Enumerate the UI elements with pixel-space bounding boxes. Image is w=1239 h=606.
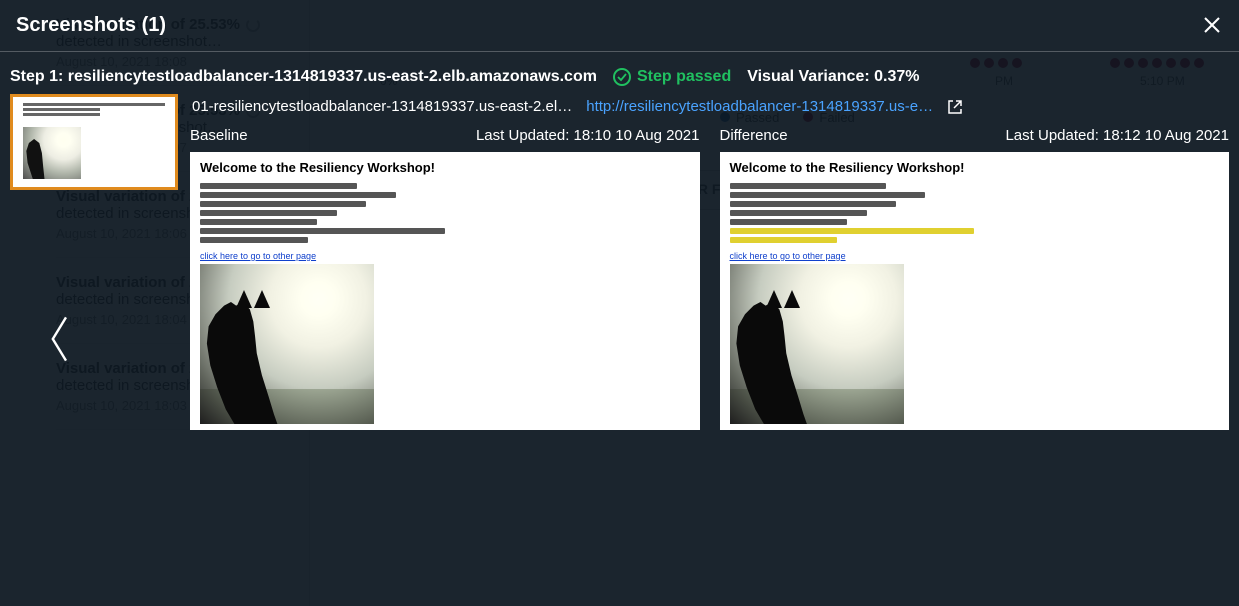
- baseline-pane: Baseline Last Updated: 18:10 10 Aug 2021…: [190, 127, 700, 430]
- status-text: Step passed: [637, 68, 731, 86]
- chevron-left-icon: [46, 315, 74, 363]
- baseline-label: Baseline: [190, 127, 248, 144]
- prev-screenshot-button[interactable]: [40, 309, 80, 369]
- external-link-icon: [947, 99, 963, 115]
- modal-title: Screenshots (1): [16, 14, 166, 37]
- difference-label: Difference: [720, 127, 788, 144]
- file-url-row: 01-resiliencytestloadbalancer-1314819337…: [192, 98, 1229, 115]
- source-url-link[interactable]: http://resiliencytestloadbalancer-131481…: [586, 98, 933, 115]
- chevron-right-icon: [1165, 315, 1193, 363]
- page-link: click here to go to other page: [730, 251, 846, 261]
- difference-pane: Difference Last Updated: 18:12 10 Aug 20…: [720, 127, 1230, 430]
- screenshot-thumbnail-selected[interactable]: [10, 94, 178, 190]
- comparison-row: Baseline Last Updated: 18:10 10 Aug 2021…: [190, 127, 1229, 430]
- difference-image[interactable]: Welcome to the Resiliency Workshop! clic…: [720, 152, 1230, 430]
- thumbnail-column: [10, 94, 180, 430]
- baseline-image[interactable]: Welcome to the Resiliency Workshop! clic…: [190, 152, 700, 430]
- metadata-block: click here to go to other page: [200, 180, 690, 262]
- next-screenshot-button[interactable]: [1159, 309, 1199, 369]
- modal-header: Screenshots (1): [0, 0, 1239, 52]
- close-button[interactable]: [1199, 12, 1225, 38]
- page-link: click here to go to other page: [200, 251, 316, 261]
- screenshot-modal: Screenshots (1) Step 1: resiliencytestlo…: [0, 0, 1239, 606]
- screenshot-filename: 01-resiliencytestloadbalancer-1314819337…: [192, 98, 572, 115]
- thumbnail-preview: [17, 101, 171, 183]
- step-label: Step 1: resiliencytestloadbalancer-13148…: [10, 68, 597, 86]
- check-circle-icon: [613, 68, 631, 86]
- close-icon: [1202, 15, 1222, 35]
- metadata-block: click here to go to other page: [730, 180, 1220, 262]
- page-heading: Welcome to the Resiliency Workshop!: [200, 160, 435, 175]
- visual-variance: Visual Variance: 0.37%: [747, 68, 919, 86]
- baseline-updated: Last Updated: 18:10 10 Aug 2021: [476, 127, 700, 144]
- step-subheader: Step 1: resiliencytestloadbalancer-13148…: [0, 52, 1239, 94]
- step-status: Step passed: [613, 68, 731, 86]
- page-heading: Welcome to the Resiliency Workshop!: [730, 160, 965, 175]
- difference-updated: Last Updated: 18:12 10 Aug 2021: [1005, 127, 1229, 144]
